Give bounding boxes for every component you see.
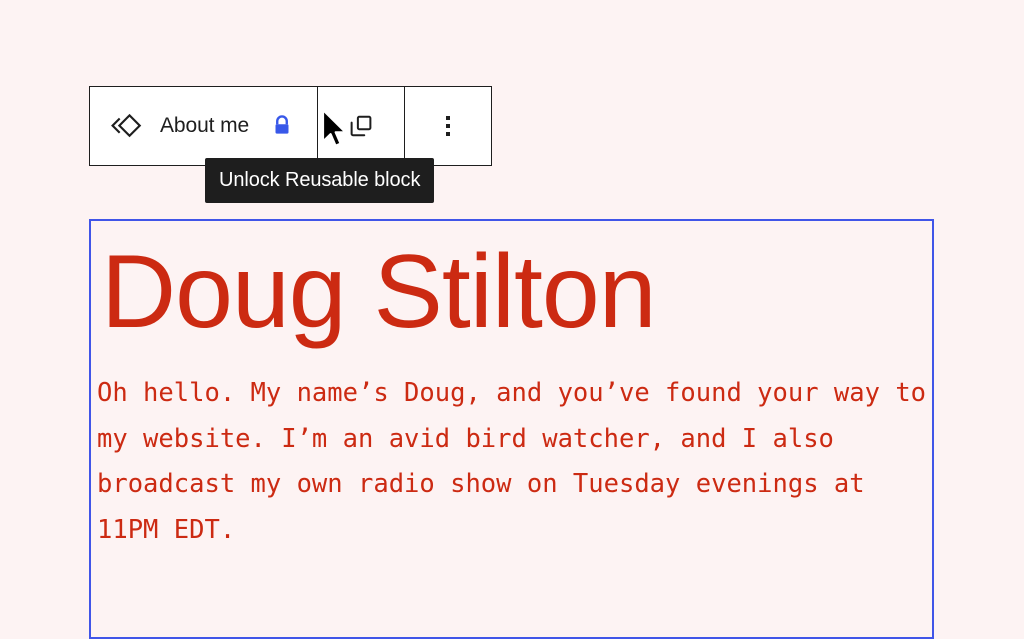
page-title[interactable]: Doug Stilton (91, 221, 932, 350)
more-options-button[interactable] (405, 87, 491, 165)
selected-reusable-block[interactable]: Doug Stilton Oh hello. My name’s Doug, a… (89, 219, 934, 639)
three-vertical-dots-icon (437, 115, 459, 137)
more-options-group (405, 87, 491, 165)
lock-icon[interactable] (265, 109, 299, 143)
block-title-label: About me (160, 114, 250, 137)
reusable-block-icon (110, 109, 144, 143)
block-switcher-button[interactable]: About me (90, 87, 317, 165)
intro-paragraph[interactable]: Oh hello. My name’s Doug, and you’ve fou… (91, 349, 932, 553)
block-toolbar: About me (89, 86, 493, 166)
block-switcher-group: About me (90, 87, 317, 165)
copy-duplicate-button[interactable] (318, 87, 404, 165)
copy-duplicate-icon (346, 111, 376, 141)
unlock-tooltip: Unlock Reusable block (205, 158, 435, 203)
copy-group (318, 87, 404, 165)
